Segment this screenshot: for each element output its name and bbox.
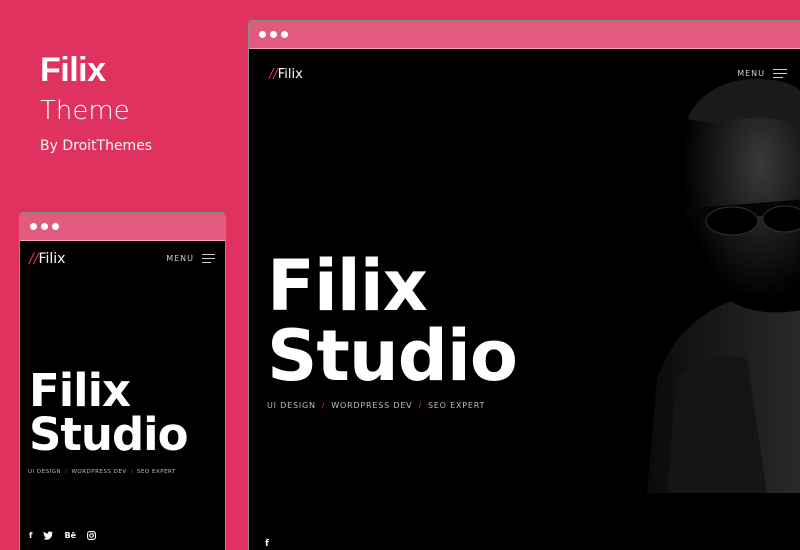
hero-line-2: Studio xyxy=(267,315,518,397)
window-titlebar xyxy=(249,21,800,49)
mobile-preview-window: //Filix MENU Filix Studio UI DESIGN / WORD… xyxy=(19,212,226,550)
tag-wordpress-dev: WORDPRESS DEV xyxy=(331,401,413,410)
window-dot xyxy=(30,223,37,230)
instagram-icon[interactable] xyxy=(87,531,96,542)
social-links: f xyxy=(265,539,269,549)
menu-label: MENU xyxy=(737,69,765,78)
hero-line-1: Filix xyxy=(267,245,428,327)
window-dot xyxy=(270,31,277,38)
hero-line-2: Studio xyxy=(29,408,189,461)
logo-slash: // xyxy=(269,67,278,82)
window-dot xyxy=(41,223,48,230)
desktop-preview-window: //Filix MENU Filix Studio UI DESIGN / WORD… xyxy=(248,20,800,550)
hero-tags: UI DESIGN / WORDPRESS DEV / SEO EXPERT xyxy=(267,401,485,410)
theme-branding: Filix Theme By DroitThemes xyxy=(40,52,152,154)
hero-heading: Filix Studio xyxy=(29,364,189,461)
theme-byline: By DroitThemes xyxy=(40,138,153,154)
window-dot xyxy=(281,31,288,38)
social-links: f Bē xyxy=(29,531,96,542)
window-titlebar xyxy=(20,213,225,241)
tag-separator: / xyxy=(418,401,422,410)
twitter-icon[interactable] xyxy=(43,531,54,542)
tag-ui-design: UI DESIGN xyxy=(28,469,62,475)
behance-icon[interactable]: Bē xyxy=(64,531,76,542)
tag-wordpress-dev: WORDPRESS DEV xyxy=(71,469,127,475)
tag-separator: / xyxy=(321,401,326,410)
hamburger-icon xyxy=(773,69,787,78)
tag-separator: / xyxy=(65,469,68,475)
hero-portrait-image xyxy=(567,49,800,493)
hero-line-1: Filix xyxy=(29,364,131,417)
menu-label: MENU xyxy=(166,254,194,263)
tag-seo-expert: SEO EXPERT xyxy=(136,469,176,475)
facebook-icon[interactable]: f xyxy=(29,531,32,542)
theme-title: Filix xyxy=(40,51,106,89)
hero-heading: Filix Studio xyxy=(267,245,518,397)
desktop-screen: //Filix MENU Filix Studio UI DESIGN / WORD… xyxy=(249,49,800,550)
menu-button[interactable]: MENU xyxy=(166,254,215,263)
theme-subtitle: Theme xyxy=(40,96,130,126)
site-logo[interactable]: //Filix xyxy=(269,67,303,82)
logo-text: Filix xyxy=(277,67,303,82)
logo-text: Filix xyxy=(38,251,66,267)
tag-separator: / xyxy=(130,469,133,475)
window-dot xyxy=(259,31,266,38)
site-logo[interactable]: //Filix xyxy=(29,251,65,267)
mobile-screen: //Filix MENU Filix Studio UI DESIGN / WORD… xyxy=(20,241,225,550)
hero-tags: UI DESIGN / WORDPRESS DEV / SEO EXPERT xyxy=(28,469,176,475)
menu-button[interactable]: MENU xyxy=(737,69,787,78)
tag-ui-design: UI DESIGN xyxy=(267,401,316,410)
facebook-icon[interactable]: f xyxy=(265,539,269,549)
tag-seo-expert: SEO EXPERT xyxy=(427,401,486,410)
hamburger-icon xyxy=(202,254,215,263)
window-dot xyxy=(52,223,59,230)
